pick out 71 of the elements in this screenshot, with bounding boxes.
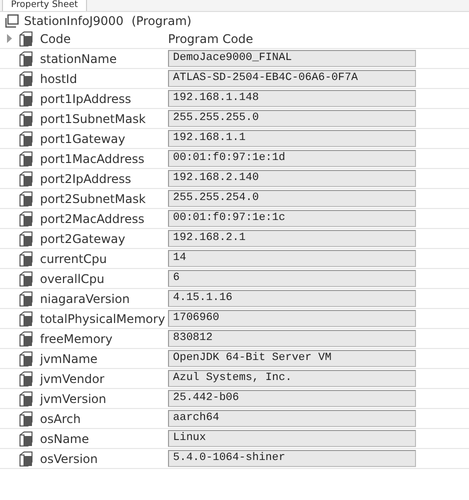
value-field[interactable]: 5.4.0-1064-shiner — [168, 450, 416, 467]
value-field[interactable]: 14 — [168, 250, 416, 267]
program-icon — [4, 14, 20, 28]
cube-icon — [18, 270, 34, 286]
value-field[interactable]: OpenJDK 64-Bit Server VM — [168, 350, 416, 367]
property-name: hostId — [40, 70, 78, 88]
cube-icon — [18, 310, 34, 326]
property-name: port1MacAddress — [40, 150, 146, 168]
property-name: currentCpu — [40, 250, 108, 268]
value-field[interactable]: 4.15.1.16 — [168, 290, 416, 307]
property-name: niagaraVersion — [40, 290, 131, 308]
cube-icon — [18, 190, 34, 206]
property-name: port2Gateway — [40, 230, 126, 248]
value-field[interactable]: 192.168.1.1 — [168, 130, 416, 147]
value-field[interactable]: aarch64 — [168, 410, 416, 427]
expand-arrow-icon[interactable] — [6, 34, 12, 43]
value-field[interactable]: 192.168.1.148 — [168, 90, 416, 107]
cube-icon — [18, 170, 34, 186]
property-name: port2IpAddress — [40, 170, 132, 188]
property-name: totalPhysicalMemory — [40, 310, 166, 328]
tab[interactable]: Property Sheet — [2, 0, 87, 11]
cube-icon — [18, 350, 34, 366]
value-field[interactable]: 192.168.2.1 — [168, 230, 416, 247]
value-field[interactable]: 25.442-b06 — [168, 390, 416, 407]
cube-icon — [18, 90, 34, 106]
property-name: osVersion — [40, 450, 99, 468]
cube-icon — [18, 290, 34, 306]
cube-icon — [18, 150, 34, 166]
value-field[interactable]: 830812 — [168, 330, 416, 347]
cube-icon — [18, 230, 34, 246]
value-field[interactable]: 255.255.254.0 — [168, 190, 416, 207]
cube-icon — [18, 50, 34, 66]
property-name: stationName — [40, 50, 118, 68]
property-name: port1Gateway — [40, 130, 126, 148]
value-field[interactable]: ATLAS-SD-2504-EB4C-06A6-0F7A — [168, 70, 416, 87]
property-name: port1SubnetMask — [40, 110, 147, 128]
value-field[interactable]: 255.255.255.0 — [168, 110, 416, 127]
cube-icon — [18, 430, 34, 446]
value-field[interactable]: 1706960 — [168, 310, 416, 327]
value-field[interactable]: 00:01:f0:97:1e:1c — [168, 210, 416, 227]
type-label: (Program) — [131, 12, 192, 30]
cube-icon — [18, 110, 34, 126]
cube-icon — [18, 330, 34, 346]
value-field[interactable]: 192.168.2.140 — [168, 170, 416, 187]
property-name: port2MacAddress — [40, 210, 146, 228]
window-title: StationInfoJ9000 — [24, 12, 124, 30]
property-name: osName — [40, 430, 90, 448]
value-field[interactable]: Linux — [168, 430, 416, 447]
cube-icon — [18, 390, 34, 406]
property-name: port2SubnetMask — [40, 190, 147, 208]
value-field[interactable]: 00:01:f0:97:1e:1d — [168, 150, 416, 167]
cube-icon — [18, 450, 34, 466]
property-name: overallCpu — [40, 270, 106, 288]
property-name: Code — [40, 30, 72, 48]
cube-icon — [18, 250, 34, 266]
cube-icon — [18, 30, 34, 46]
property-name: jvmVersion — [40, 390, 108, 408]
cube-icon — [18, 410, 34, 426]
property-name: jvmName — [40, 350, 99, 368]
property-name: port1IpAddress — [40, 90, 132, 108]
value-field[interactable]: Azul Systems, Inc. — [168, 370, 416, 387]
cube-icon — [18, 130, 34, 146]
value-field[interactable]: DemoJace9000_FINAL — [168, 50, 416, 67]
property-name: freeMemory — [40, 330, 114, 348]
cube-icon — [18, 210, 34, 226]
property-name: jvmVendor — [40, 370, 106, 388]
property-value: Program Code — [168, 30, 254, 48]
cube-icon — [18, 370, 34, 386]
property-name: osArch — [40, 410, 82, 428]
value-field[interactable]: 6 — [168, 270, 416, 287]
cube-icon — [18, 70, 34, 86]
